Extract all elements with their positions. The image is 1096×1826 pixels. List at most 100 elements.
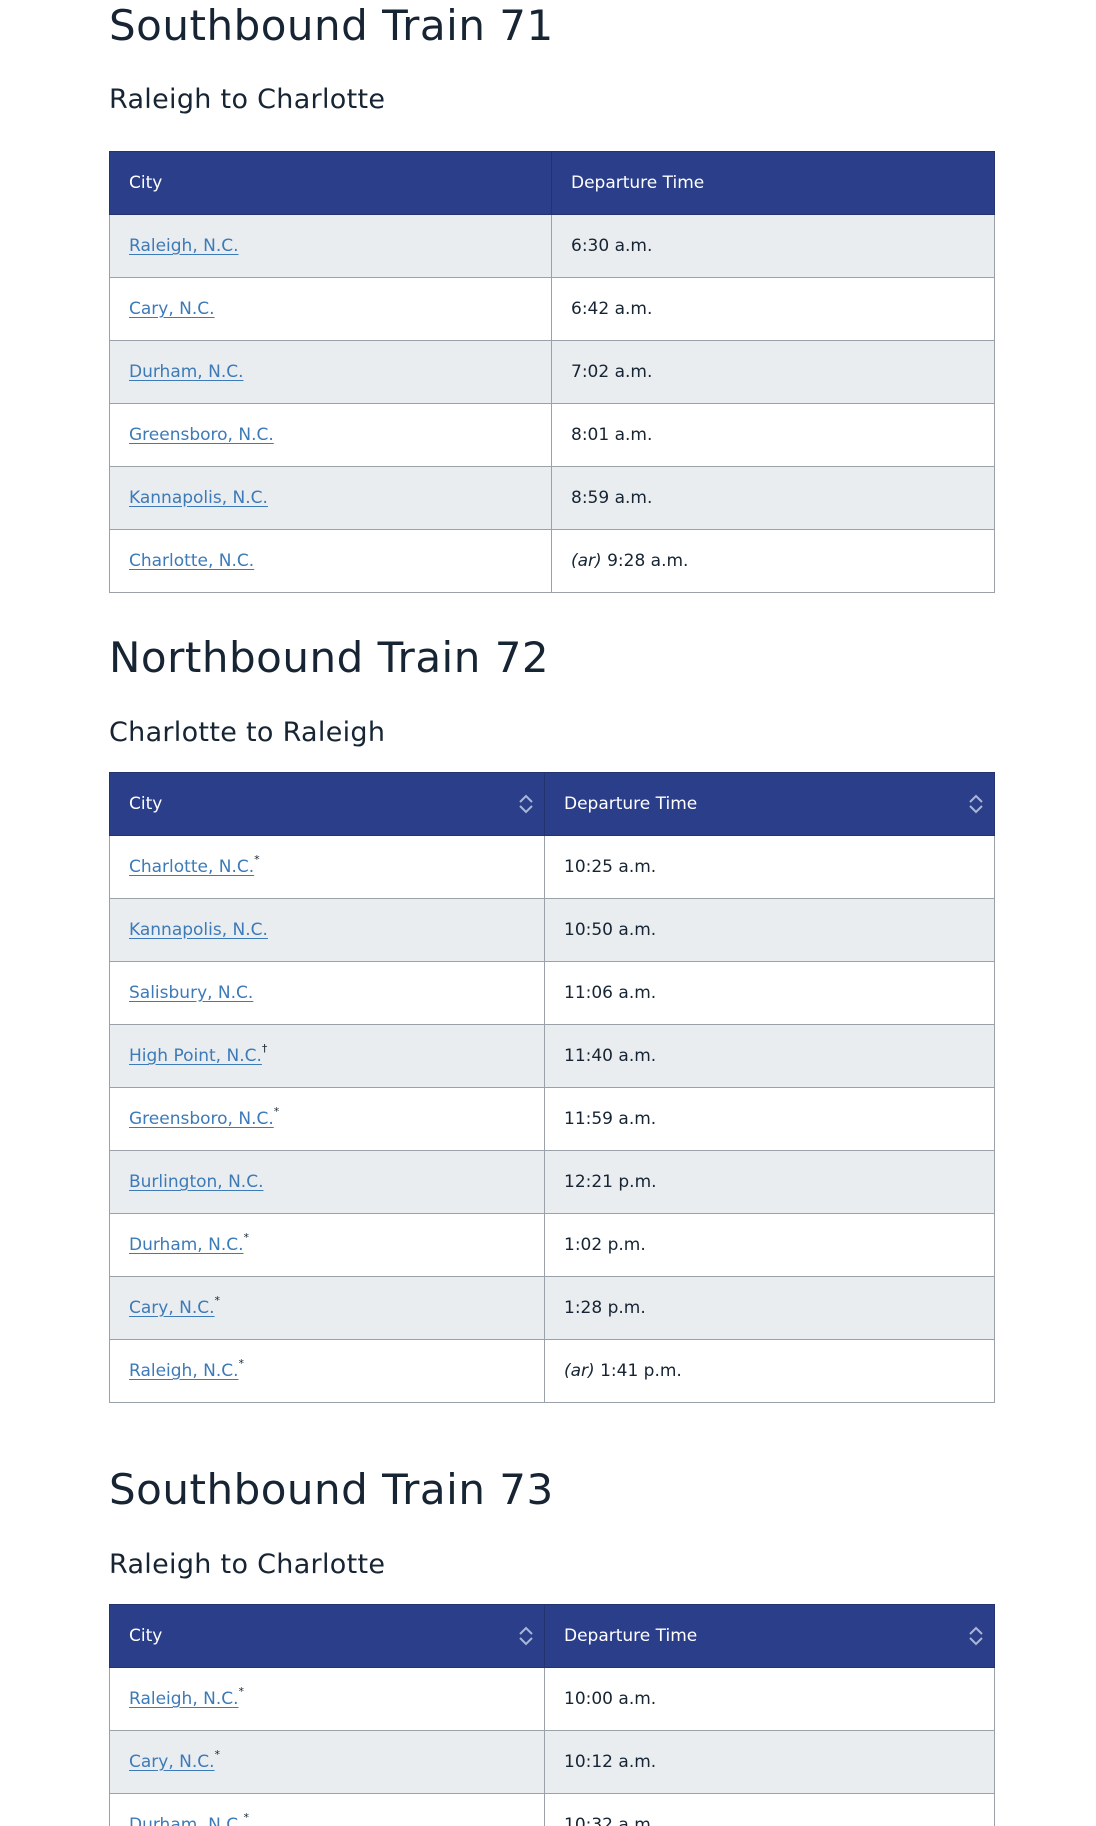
city-link[interactable]: Charlotte, N.C. [129,857,254,877]
city-cell: Cary, N.C.* [109,1276,545,1340]
city-cell: Durham, N.C.* [109,1213,545,1277]
table-row: Cary, N.C.* 1:28 p.m. [109,1276,995,1340]
time-cell: 10:50 a.m. [544,898,995,962]
footnote-mark: * [214,1294,221,1307]
footnote-mark: * [254,853,260,866]
column-header-city[interactable]: City [109,1604,545,1668]
time-cell: 11:06 a.m. [544,961,995,1025]
table-row: Raleigh, N.C. 6:30 a.m. [109,214,995,278]
table-row: Raleigh, N.C.* (ar) 1:41 p.m. [109,1339,995,1403]
sort-icon[interactable] [967,792,985,816]
table-row: Kannapolis, N.C. 10:50 a.m. [109,898,995,962]
footnote-mark: * [243,1811,250,1824]
city-link[interactable]: Kannapolis, N.C. [129,488,268,508]
footnote-mark: † [261,1042,268,1055]
city-cell: Kannapolis, N.C. [109,466,552,530]
table-row: Charlotte, N.C.* 10:25 a.m. [109,835,995,899]
column-header-departure[interactable]: Departure Time [544,772,995,836]
time-cell: 6:42 a.m. [551,277,995,341]
arrival-prefix: (ar) [571,551,602,571]
column-header-city[interactable]: City [109,772,545,836]
section-subtitle-wrap: Raleigh to Charlotte [109,1548,994,1582]
column-header-departure[interactable]: Departure Time [544,1604,995,1668]
footnote-mark: * [238,1685,245,1698]
city-link[interactable]: Raleigh, N.C. [129,236,239,256]
time-cell: 1:28 p.m. [544,1276,995,1340]
table-row: Durham, N.C.* 1:02 p.m. [109,1213,995,1277]
column-header-label: City [129,794,163,814]
section-train-72: Northbound Train 72 [109,632,994,684]
city-link[interactable]: Raleigh, N.C. [129,1689,239,1709]
section-title: Southbound Train 73 [109,1465,554,1514]
time-cell: 11:40 a.m. [544,1024,995,1088]
table-row: Durham, N.C. 7:02 a.m. [109,340,995,404]
city-cell: Durham, N.C.* [109,1793,545,1826]
city-cell: Charlotte, N.C. [109,529,552,593]
city-cell: Burlington, N.C. [109,1150,545,1214]
city-cell: Greensboro, N.C.* [109,1087,545,1151]
time-cell: 8:01 a.m. [551,403,995,467]
section-subtitle-wrap: Raleigh to Charlotte [109,83,994,117]
city-link[interactable]: High Point, N.C. [129,1046,262,1066]
time-cell: 10:25 a.m. [544,835,995,899]
table-row: Greensboro, N.C. 8:01 a.m. [109,403,995,467]
section-subtitle: Charlotte to Raleigh [109,717,386,748]
table-row: High Point, N.C.† 11:40 a.m. [109,1024,995,1088]
table-row: Cary, N.C.* 10:12 a.m. [109,1730,995,1794]
city-link[interactable]: Raleigh, N.C. [129,1361,239,1381]
city-link[interactable]: Salisbury, N.C. [129,983,253,1003]
city-cell: Greensboro, N.C. [109,403,552,467]
table-header-row: City Departure Time [109,1604,995,1668]
time-cell: (ar) 9:28 a.m. [551,529,995,593]
city-link[interactable]: Charlotte, N.C. [129,551,254,571]
time-cell: (ar) 1:41 p.m. [544,1339,995,1403]
time-value: 1:41 p.m. [600,1361,682,1381]
city-cell: Cary, N.C.* [109,1730,545,1794]
section-subtitle: Raleigh to Charlotte [109,84,386,115]
sort-icon[interactable] [517,792,535,816]
column-header-label: Departure Time [564,794,698,814]
schedule-page: Southbound Train 71 Raleigh to Charlotte… [0,0,1096,1826]
section-train-71: Southbound Train 71 [109,0,994,52]
time-cell: 6:30 a.m. [551,214,995,278]
time-cell: 12:21 p.m. [544,1150,995,1214]
city-link[interactable]: Cary, N.C. [129,1752,215,1772]
city-link[interactable]: Cary, N.C. [129,1298,215,1318]
city-cell: Raleigh, N.C.* [109,1339,545,1403]
city-link[interactable]: Durham, N.C. [129,1235,244,1255]
arrival-prefix: (ar) [564,1361,595,1381]
section-subtitle: Raleigh to Charlotte [109,1549,386,1580]
time-cell: 1:02 p.m. [544,1213,995,1277]
schedule-table-73: City Departure Time Raleigh, N.C.* 10:00… [109,1604,995,1826]
city-link[interactable]: Burlington, N.C. [129,1172,263,1192]
table-header-row: City Departure Time [109,151,995,215]
city-link[interactable]: Kannapolis, N.C. [129,920,268,940]
city-link[interactable]: Cary, N.C. [129,299,215,319]
footnote-mark: * [243,1231,250,1244]
sort-icon[interactable] [517,1624,535,1648]
table-row: Salisbury, N.C. 11:06 a.m. [109,961,995,1025]
table-row: Charlotte, N.C. (ar) 9:28 a.m. [109,529,995,593]
column-header-city: City [109,151,552,215]
table-row: Raleigh, N.C.* 10:00 a.m. [109,1667,995,1731]
table-row: Burlington, N.C. 12:21 p.m. [109,1150,995,1214]
city-link[interactable]: Greensboro, N.C. [129,1109,274,1129]
sort-icon[interactable] [967,1624,985,1648]
city-link[interactable]: Durham, N.C. [129,1815,244,1826]
table-row: Cary, N.C. 6:42 a.m. [109,277,995,341]
time-cell: 10:32 a.m. [544,1793,995,1826]
time-value: 9:28 a.m. [607,551,689,571]
city-cell: Cary, N.C. [109,277,552,341]
schedule-table-71: City Departure Time Raleigh, N.C. 6:30 a… [109,151,995,593]
city-cell: High Point, N.C.† [109,1024,545,1088]
city-link[interactable]: Greensboro, N.C. [129,425,274,445]
section-train-73: Southbound Train 73 [109,1464,994,1516]
city-link[interactable]: Durham, N.C. [129,362,244,382]
city-cell: Charlotte, N.C.* [109,835,545,899]
time-cell: 10:00 a.m. [544,1667,995,1731]
city-cell: Raleigh, N.C. [109,214,552,278]
city-cell: Salisbury, N.C. [109,961,545,1025]
time-cell: 11:59 a.m. [544,1087,995,1151]
footnote-mark: * [238,1357,245,1370]
schedule-table-72: City Departure Time Charlotte, N.C.* 10:… [109,772,995,1403]
